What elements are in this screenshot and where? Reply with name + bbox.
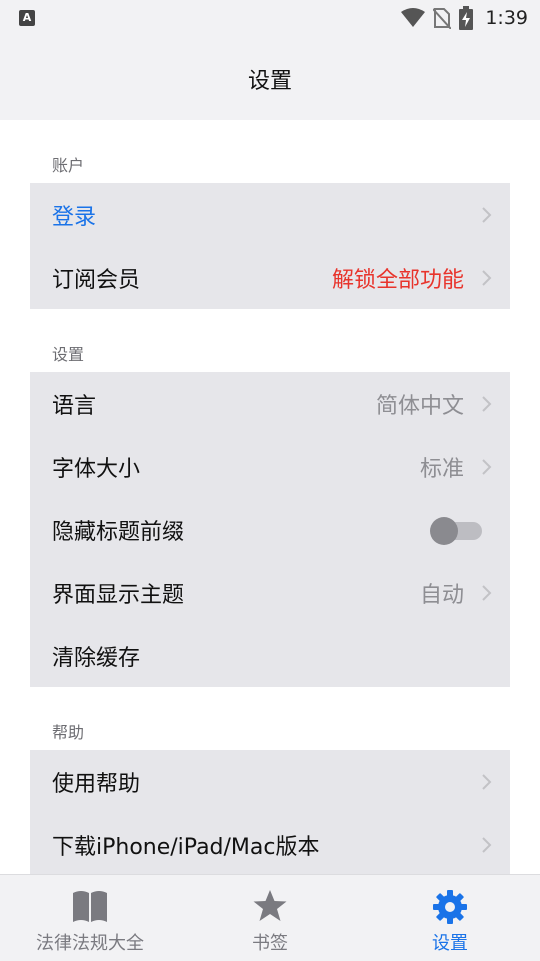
tab-bar: 法律法规大全 书签 设置 (0, 874, 540, 961)
language-row[interactable]: 语言 简体中文 (30, 372, 510, 435)
chevron-right-icon (482, 206, 492, 223)
language-value: 简体中文 (375, 393, 464, 419)
hide-prefix-toggle[interactable] (430, 516, 482, 545)
download-row[interactable]: 下载iPhone/iPad/Mac版本 (30, 813, 510, 876)
theme-row[interactable]: 界面显示主题 自动 (30, 561, 510, 624)
wifi-icon (401, 8, 426, 27)
tab-label: 设置 (432, 933, 468, 954)
settings-list[interactable]: 账户 登录 订阅会员 解锁全部功能 设置 语言 简体中文 字体大小 标准 隐藏标… (0, 120, 540, 876)
chevron-right-icon (482, 773, 492, 790)
account-group: 登录 订阅会员 解锁全部功能 (30, 183, 510, 309)
theme-value: 自动 (419, 582, 464, 608)
help-label: 使用帮助 (52, 771, 141, 797)
star-icon (253, 890, 287, 921)
status-bar: A 1:39 (0, 0, 540, 36)
chevron-right-icon (482, 836, 492, 853)
toggle-knob (430, 516, 458, 545)
tab-label: 法律法规大全 (36, 933, 144, 954)
chevron-right-icon (482, 395, 492, 412)
font-size-row[interactable]: 字体大小 标准 (30, 435, 510, 498)
page-title: 设置 (247, 69, 292, 94)
subscribe-value: 解锁全部功能 (331, 267, 464, 293)
font-size-label: 字体大小 (52, 456, 141, 482)
subscribe-row[interactable]: 订阅会员 解锁全部功能 (30, 246, 510, 309)
book-icon (73, 891, 107, 922)
subscribe-label: 订阅会员 (52, 267, 141, 293)
navigation-bar: 设置 (0, 36, 540, 120)
tab-label: 书签 (252, 933, 288, 954)
section-header-settings: 设置 (52, 345, 85, 364)
battery-charging-icon (459, 6, 474, 30)
hide-prefix-label: 隐藏标题前缀 (52, 519, 185, 545)
hide-prefix-row: 隐藏标题前缀 (30, 498, 510, 561)
app-notification-icon: A (19, 10, 35, 26)
section-header-help: 帮助 (52, 723, 85, 742)
clear-cache-row[interactable]: 清除缓存 (30, 624, 510, 687)
chevron-right-icon (482, 584, 492, 601)
help-row[interactable]: 使用帮助 (30, 750, 510, 813)
tab-settings[interactable]: 设置 (360, 875, 540, 961)
no-sim-icon (433, 8, 452, 29)
settings-group: 语言 简体中文 字体大小 标准 隐藏标题前缀 界面显示主题 自动 清除缓存 (30, 372, 510, 687)
login-label: 登录 (52, 204, 97, 230)
status-time: 1:39 (485, 7, 528, 29)
tab-laws[interactable]: 法律法规大全 (0, 875, 180, 961)
help-group: 使用帮助 下载iPhone/iPad/Mac版本 (30, 750, 510, 876)
clear-cache-label: 清除缓存 (52, 645, 141, 671)
font-size-value: 标准 (419, 456, 464, 482)
language-label: 语言 (52, 393, 97, 419)
theme-label: 界面显示主题 (52, 582, 185, 608)
gear-icon (433, 890, 467, 924)
tab-bookmarks[interactable]: 书签 (180, 875, 360, 961)
chevron-right-icon (482, 269, 492, 286)
download-label: 下载iPhone/iPad/Mac版本 (52, 834, 320, 860)
chevron-right-icon (482, 458, 492, 475)
login-row[interactable]: 登录 (30, 183, 510, 246)
section-header-account: 账户 (52, 156, 85, 175)
status-icons: 1:39 (401, 6, 528, 30)
